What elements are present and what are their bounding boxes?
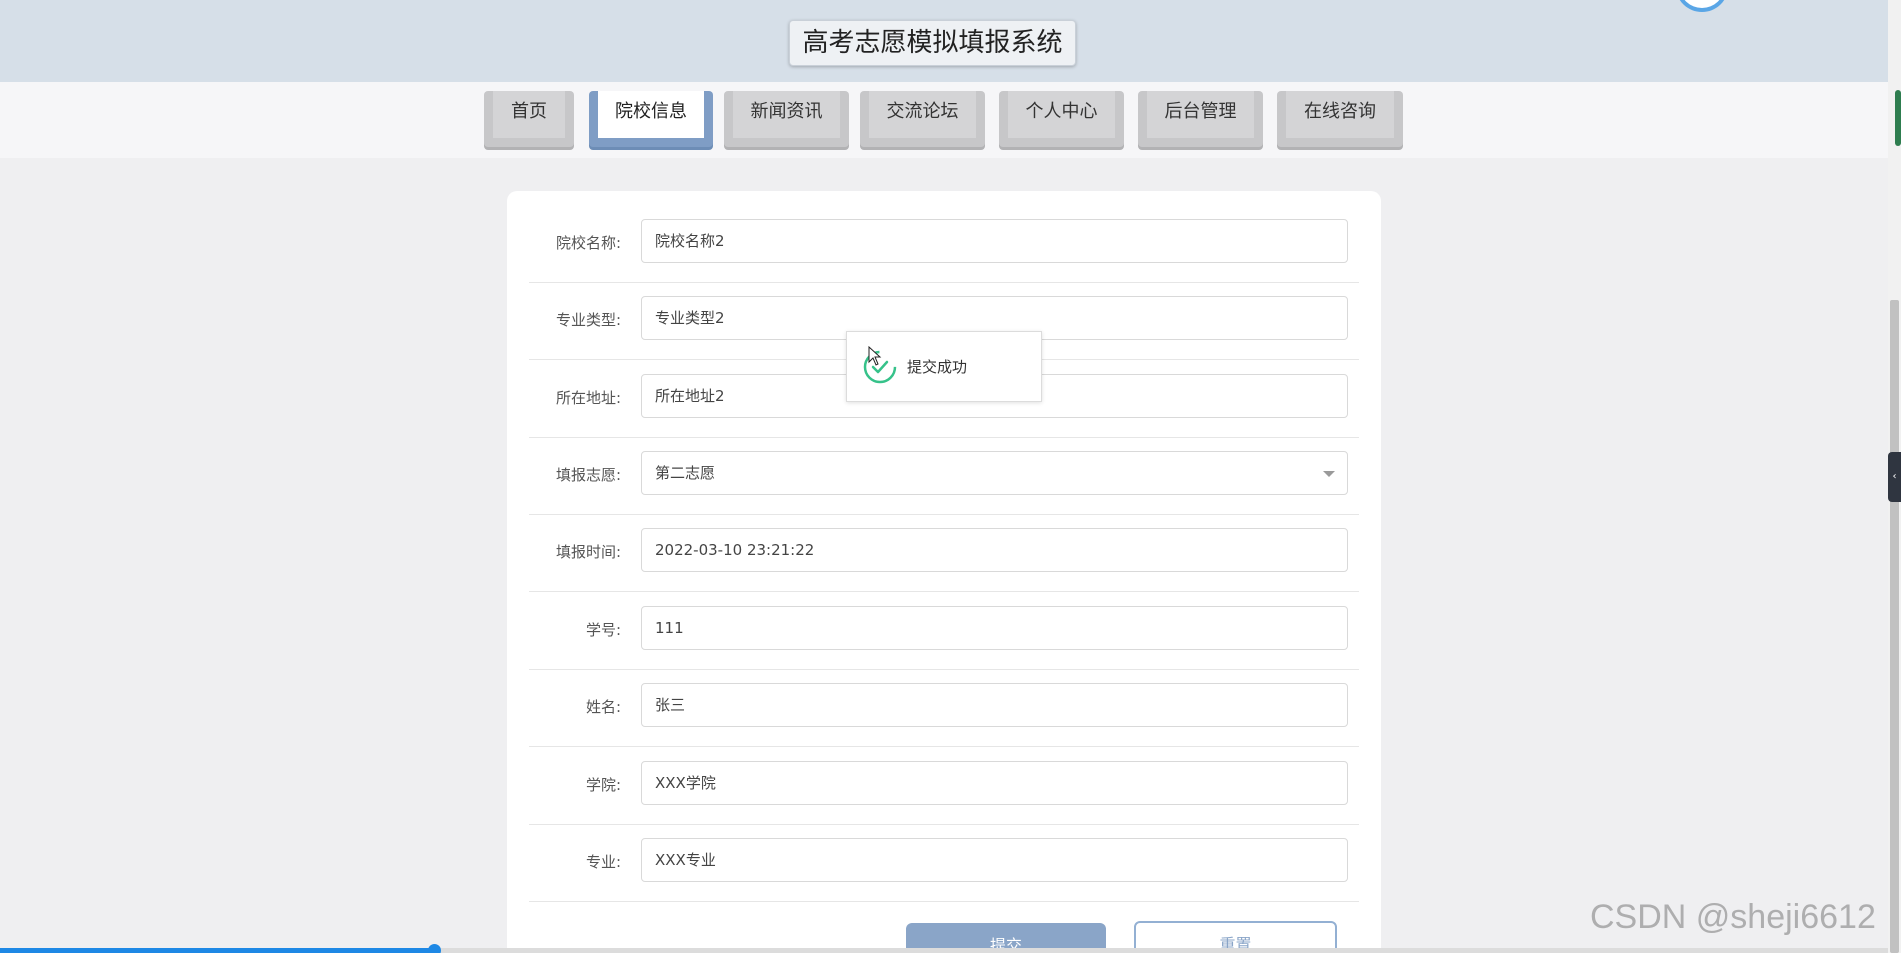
major-input[interactable]: XXX专业 <box>641 838 1348 882</box>
progress-knob[interactable] <box>428 944 441 953</box>
side-toggle-tab[interactable]: ‹ <box>1888 452 1901 502</box>
form-row-school-name: 院校名称: 院校名称2 <box>529 205 1359 283</box>
field-label: 专业类型: <box>555 311 621 329</box>
name-input[interactable]: 张三 <box>641 683 1348 727</box>
header-bar: 高考志愿模拟填报系统 <box>0 0 1888 82</box>
form-row-preference: 填报志愿: 第二志愿 <box>529 437 1359 515</box>
nav-item-online-consult[interactable]: 在线咨询 <box>1277 91 1403 147</box>
field-label: 院校名称: <box>555 234 621 252</box>
scroll-indicator <box>1895 90 1901 146</box>
video-progress-bar[interactable] <box>0 944 1888 953</box>
nav-item-label: 交流论坛 <box>869 91 976 138</box>
nav-item-personal-center[interactable]: 个人中心 <box>999 91 1124 147</box>
form-row-submit-time: 填报时间: 2022-03-10 23:21:22 <box>529 514 1359 592</box>
field-label: 填报志愿: <box>555 466 621 484</box>
scrollbar-thumb[interactable] <box>1890 300 1899 953</box>
form-row-major: 专业: XXX专业 <box>529 824 1359 902</box>
field-label: 学号: <box>585 621 621 639</box>
success-toast: 提交成功 <box>846 331 1042 402</box>
nav-item-home[interactable]: 首页 <box>484 91 574 147</box>
preference-select-value: 第二志愿 <box>655 464 716 482</box>
nav-item-label: 个人中心 <box>1008 91 1115 138</box>
field-label: 所在地址: <box>555 389 621 407</box>
form-row-name: 姓名: 张三 <box>529 669 1359 747</box>
form-row-student-id: 学号: 111 <box>529 592 1359 670</box>
chevron-down-icon <box>1323 471 1335 477</box>
nav-item-label: 新闻资讯 <box>733 91 840 138</box>
nav-item-label: 在线咨询 <box>1286 91 1394 138</box>
page: 高考志愿模拟填报系统 首页 院校信息 新闻资讯 交流论坛 个人中心 后台管理 在… <box>0 0 1901 953</box>
mouse-pointer-icon <box>868 346 882 366</box>
main-nav: 首页 院校信息 新闻资讯 交流论坛 个人中心 后台管理 在线咨询 <box>0 82 1888 158</box>
student-id-input[interactable]: 111 <box>641 606 1348 650</box>
field-label: 专业: <box>585 853 621 871</box>
college-input[interactable]: XXX学院 <box>641 761 1348 805</box>
form-row-college: 学院: XXX学院 <box>529 747 1359 825</box>
nav-item-admin[interactable]: 后台管理 <box>1138 91 1263 147</box>
toast-message: 提交成功 <box>907 358 968 376</box>
nav-item-forum[interactable]: 交流论坛 <box>860 91 985 147</box>
field-label: 学院: <box>585 776 621 794</box>
field-label: 填报时间: <box>555 543 621 561</box>
watermark: CSDN @sheji6612 <box>1590 898 1876 936</box>
preference-select[interactable]: 第二志愿 <box>641 451 1348 495</box>
nav-item-news[interactable]: 新闻资讯 <box>724 91 849 147</box>
avatar[interactable] <box>1676 0 1728 12</box>
nav-item-label: 首页 <box>493 91 565 138</box>
nav-item-school-info[interactable]: 院校信息 <box>589 91 713 147</box>
site-title: 高考志愿模拟填报系统 <box>789 20 1076 66</box>
school-name-input[interactable]: 院校名称2 <box>641 219 1348 263</box>
field-label: 姓名: <box>585 698 621 716</box>
nav-item-label: 院校信息 <box>598 91 704 138</box>
progress-fill <box>0 948 434 953</box>
submit-time-input[interactable]: 2022-03-10 23:21:22 <box>641 528 1348 572</box>
nav-item-label: 后台管理 <box>1147 91 1254 138</box>
